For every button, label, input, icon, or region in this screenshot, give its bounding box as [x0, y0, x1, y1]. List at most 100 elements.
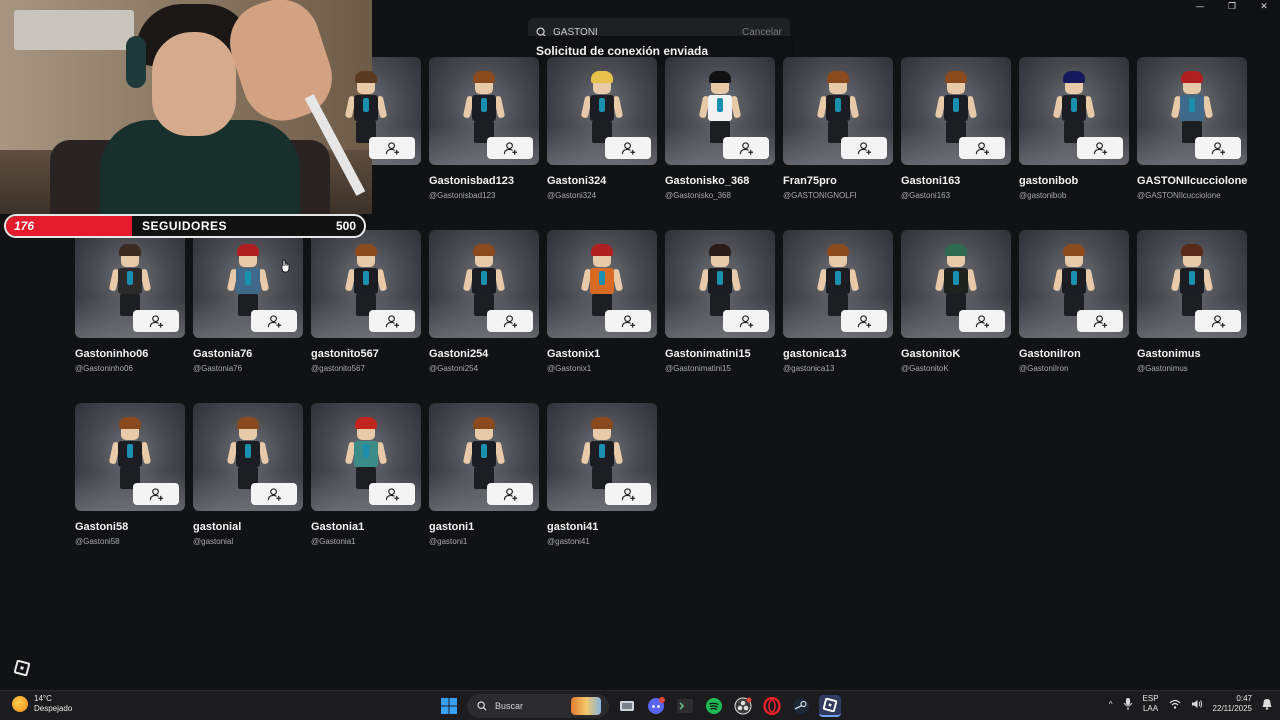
avatar-thumbnail[interactable] — [901, 230, 1011, 338]
add-friend-button[interactable] — [1077, 137, 1123, 159]
user-card[interactable]: Gastoni254 @Gastoni254 — [429, 230, 539, 373]
avatar-thumbnail[interactable] — [429, 403, 539, 511]
user-card[interactable]: Gastonia1 @Gastonia1 — [311, 403, 421, 546]
volume-icon[interactable] — [1191, 699, 1203, 709]
user-card[interactable]: gastoni41 @gastoni41 — [547, 403, 657, 546]
avatar-thumbnail[interactable] — [901, 57, 1011, 165]
avatar-thumbnail[interactable] — [547, 57, 657, 165]
close-button[interactable]: ✕ — [1248, 0, 1280, 14]
user-display-name[interactable]: Gastoni254 — [429, 348, 539, 360]
add-friend-button[interactable] — [723, 137, 769, 159]
roblox-taskbar-icon[interactable] — [819, 695, 841, 717]
spotify-icon[interactable] — [703, 695, 725, 717]
avatar-thumbnail[interactable] — [547, 403, 657, 511]
microphone-icon[interactable] — [1123, 698, 1133, 710]
add-friend-button[interactable] — [369, 483, 415, 505]
user-card[interactable]: Gastoni163 @Gastoni163 — [901, 57, 1011, 200]
user-card[interactable]: GastonitoK @GastonitoK — [901, 230, 1011, 373]
add-friend-button[interactable] — [369, 310, 415, 332]
avatar-thumbnail[interactable] — [75, 403, 185, 511]
add-friend-button[interactable] — [841, 137, 887, 159]
user-display-name[interactable]: Gastonimus — [1137, 348, 1247, 360]
chevron-up-icon[interactable]: ^ — [1109, 700, 1113, 709]
add-friend-button[interactable] — [1077, 310, 1123, 332]
user-display-name[interactable]: gastonibob — [1019, 175, 1129, 187]
user-display-name[interactable]: gastoni1 — [429, 521, 539, 533]
add-friend-button[interactable] — [605, 310, 651, 332]
add-friend-button[interactable] — [605, 137, 651, 159]
avatar-thumbnail[interactable] — [193, 230, 303, 338]
add-friend-button[interactable] — [251, 483, 297, 505]
notification-bell-icon[interactable] — [1262, 698, 1272, 710]
add-friend-button[interactable] — [487, 310, 533, 332]
avatar-thumbnail[interactable] — [1019, 230, 1129, 338]
user-display-name[interactable]: Gastonia76 — [193, 348, 303, 360]
opera-icon[interactable] — [761, 695, 783, 717]
avatar-thumbnail[interactable] — [783, 230, 893, 338]
user-display-name[interactable]: GASTONIlcucciolone — [1137, 175, 1247, 187]
add-friend-button[interactable] — [487, 483, 533, 505]
windows-start-icon[interactable] — [438, 695, 460, 717]
clock[interactable]: 0:47 22/11/2025 — [1213, 694, 1252, 714]
user-card[interactable]: gastonito567 @gastonito567 — [311, 230, 421, 373]
user-display-name[interactable]: Fran75pro — [783, 175, 893, 187]
add-friend-button[interactable] — [1195, 137, 1241, 159]
add-friend-button[interactable] — [133, 310, 179, 332]
user-display-name[interactable]: gastonial — [193, 521, 303, 533]
add-friend-button[interactable] — [959, 137, 1005, 159]
user-card[interactable]: Fran75pro @GASTONIGNOLFI — [783, 57, 893, 200]
avatar-thumbnail[interactable] — [193, 403, 303, 511]
user-card[interactable]: GASTONIlcucciolone @GASTONIlcucciolone — [1137, 57, 1247, 200]
user-display-name[interactable]: Gastoni324 — [547, 175, 657, 187]
avatar-thumbnail[interactable] — [665, 57, 775, 165]
user-display-name[interactable]: gastonito567 — [311, 348, 421, 360]
user-display-name[interactable]: Gastonia1 — [311, 521, 421, 533]
user-card[interactable]: Gastonimatini15 @Gastonimatini15 — [665, 230, 775, 373]
add-friend-button[interactable] — [133, 483, 179, 505]
user-display-name[interactable]: Gastonimatini15 — [665, 348, 775, 360]
avatar-thumbnail[interactable] — [665, 230, 775, 338]
user-card[interactable]: gastonial @gastonial — [193, 403, 303, 546]
avatar-thumbnail[interactable] — [311, 230, 421, 338]
restore-button[interactable]: ❐ — [1216, 0, 1248, 14]
user-card[interactable]: Gastonisko_368 @Gastonisko_368 — [665, 57, 775, 200]
obs-icon[interactable] — [732, 695, 754, 717]
user-display-name[interactable]: Gastonix1 — [547, 348, 657, 360]
avatar-thumbnail[interactable] — [75, 230, 185, 338]
user-display-name[interactable]: Gastonisko_368 — [665, 175, 775, 187]
add-friend-button[interactable] — [487, 137, 533, 159]
avatar-thumbnail[interactable] — [547, 230, 657, 338]
user-card[interactable]: Gastonisbad123 @Gastonisbad123 — [429, 57, 539, 200]
wifi-icon[interactable] — [1169, 699, 1181, 709]
avatar-thumbnail[interactable] — [429, 57, 539, 165]
add-friend-button[interactable] — [723, 310, 769, 332]
user-display-name[interactable]: Gastoni163 — [901, 175, 1011, 187]
user-card[interactable]: Gastonia76 @Gastonia76 — [193, 230, 303, 373]
discord-icon[interactable] — [645, 695, 667, 717]
user-display-name[interactable]: Gastoninho06 — [75, 348, 185, 360]
user-display-name[interactable]: GastoniIron — [1019, 348, 1129, 360]
user-display-name[interactable]: GastonitoK — [901, 348, 1011, 360]
add-friend-button[interactable] — [1195, 310, 1241, 332]
user-card[interactable]: Gastoni324 @Gastoni324 — [547, 57, 657, 200]
add-friend-button[interactable] — [959, 310, 1005, 332]
terminal-icon[interactable] — [674, 695, 696, 717]
input-language[interactable]: ESP LAA — [1143, 694, 1159, 714]
task-view-icon[interactable] — [616, 695, 638, 717]
add-friend-button[interactable] — [369, 137, 415, 159]
add-friend-button[interactable] — [841, 310, 887, 332]
user-display-name[interactable]: gastoni41 — [547, 521, 657, 533]
user-card[interactable]: gastoni1 @gastoni1 — [429, 403, 539, 546]
avatar-thumbnail[interactable] — [429, 230, 539, 338]
user-card[interactable]: Gastonix1 @Gastonix1 — [547, 230, 657, 373]
avatar-thumbnail[interactable] — [1137, 57, 1247, 165]
user-card[interactable]: Gastoninho06 @Gastoninho06 — [75, 230, 185, 373]
taskbar-search[interactable]: Buscar — [467, 694, 609, 718]
avatar-thumbnail[interactable] — [783, 57, 893, 165]
add-friend-button[interactable] — [251, 310, 297, 332]
user-card[interactable]: Gastonimus @Gastonimus — [1137, 230, 1247, 373]
avatar-thumbnail[interactable] — [1137, 230, 1247, 338]
user-display-name[interactable]: gastonica13 — [783, 348, 893, 360]
minimize-button[interactable]: — — [1184, 0, 1216, 14]
user-card[interactable]: GastoniIron @GastoniIron — [1019, 230, 1129, 373]
